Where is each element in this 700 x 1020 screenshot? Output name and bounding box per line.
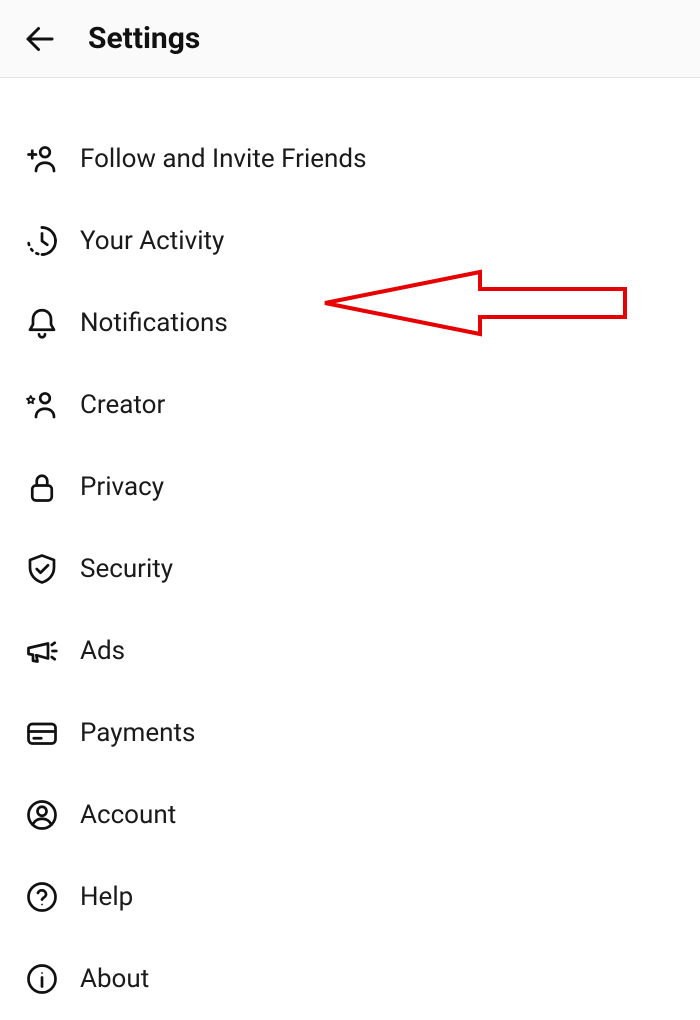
menu-item-help[interactable]: Help [0, 856, 700, 938]
account-icon [22, 795, 62, 835]
menu-item-label: About [80, 964, 149, 994]
menu-item-label: Account [80, 800, 176, 830]
menu-item-notifications[interactable]: Notifications [0, 282, 700, 364]
card-icon [22, 713, 62, 753]
arrow-left-icon [22, 21, 58, 57]
megaphone-icon [22, 631, 62, 671]
menu-item-your-activity[interactable]: Your Activity [0, 200, 700, 282]
menu-item-label: Creator [80, 390, 165, 420]
creator-icon [22, 385, 62, 425]
menu-item-about[interactable]: About [0, 938, 700, 1020]
back-button[interactable] [18, 17, 62, 61]
help-icon [22, 877, 62, 917]
menu-item-payments[interactable]: Payments [0, 692, 700, 774]
menu-item-label: Help [80, 882, 133, 912]
menu-item-security[interactable]: Security [0, 528, 700, 610]
menu-item-follow-invite[interactable]: Follow and Invite Friends [0, 118, 700, 200]
menu-item-label: Privacy [80, 472, 164, 502]
lock-icon [22, 467, 62, 507]
person-plus-icon [22, 139, 62, 179]
header-bar: Settings [0, 0, 700, 78]
bell-icon [22, 303, 62, 343]
info-icon [22, 959, 62, 999]
menu-item-account[interactable]: Account [0, 774, 700, 856]
settings-menu: Follow and Invite Friends Your Activity … [0, 78, 700, 1020]
shield-check-icon [22, 549, 62, 589]
menu-item-label: Your Activity [80, 226, 224, 256]
menu-item-label: Security [80, 554, 173, 584]
menu-item-ads[interactable]: Ads [0, 610, 700, 692]
menu-item-label: Payments [80, 718, 195, 748]
activity-icon [22, 221, 62, 261]
menu-item-label: Ads [80, 636, 125, 666]
menu-item-creator[interactable]: Creator [0, 364, 700, 446]
menu-item-privacy[interactable]: Privacy [0, 446, 700, 528]
page-title: Settings [88, 21, 200, 56]
menu-item-label: Notifications [80, 308, 228, 338]
menu-item-label: Follow and Invite Friends [80, 144, 367, 174]
